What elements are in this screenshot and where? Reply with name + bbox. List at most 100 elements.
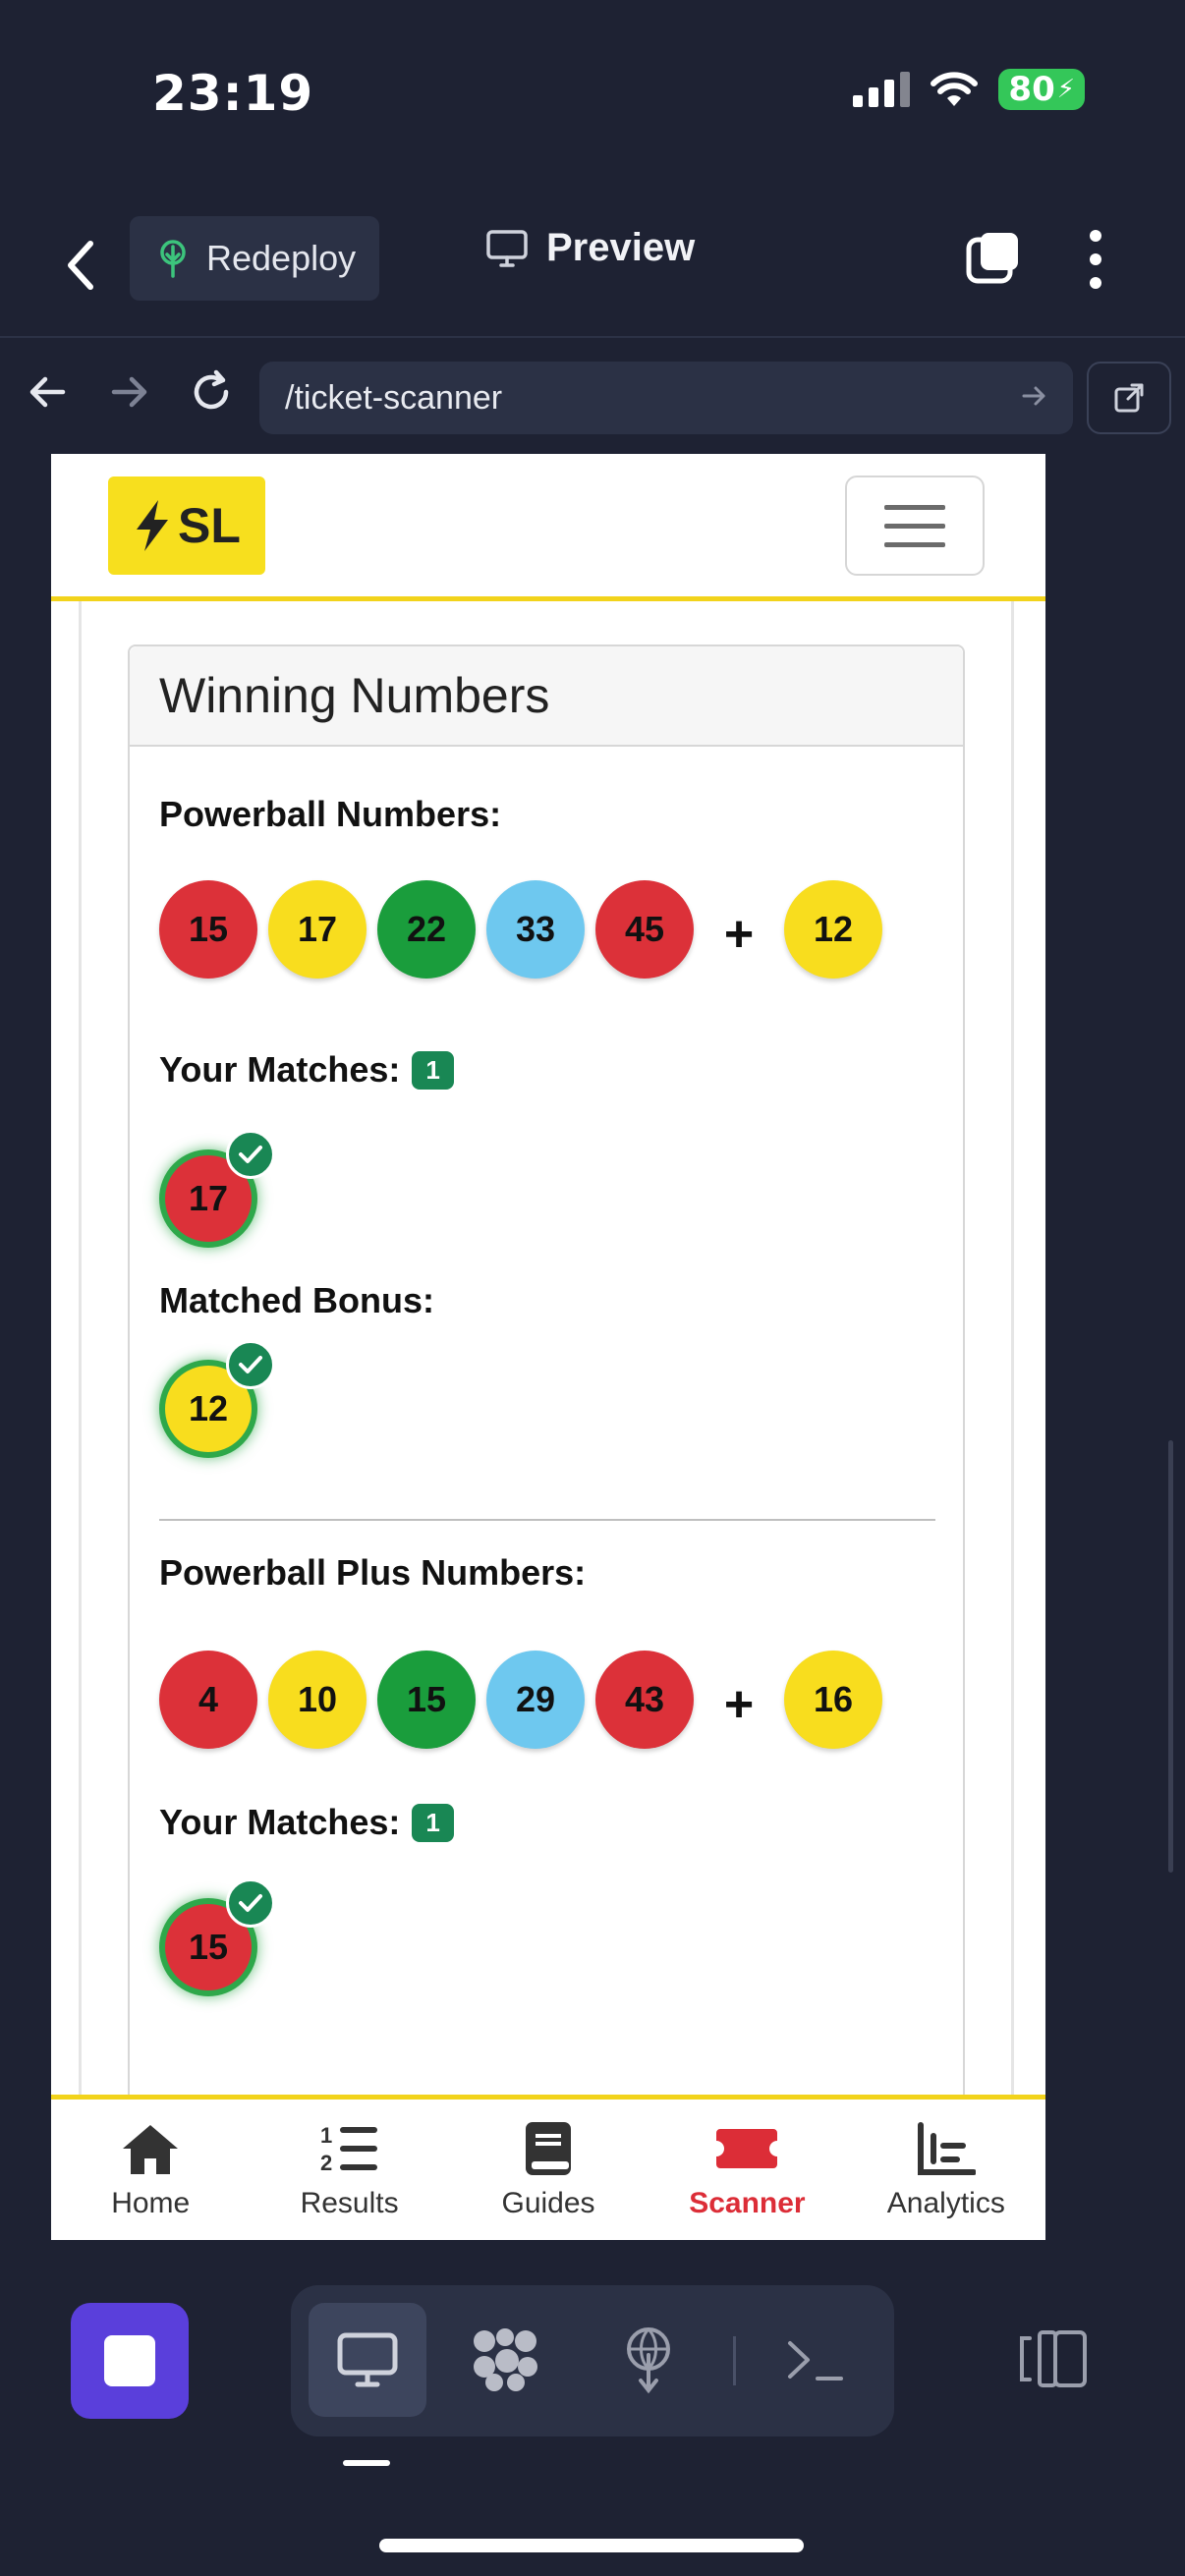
site-navbar: SL (51, 454, 1045, 601)
bottom-navigation: Home 1 2 Results Guides Scanner Analytic… (51, 2095, 1045, 2240)
plus-sign: + (723, 1676, 755, 1733)
go-arrow-icon[interactable] (1020, 381, 1049, 411)
matched-bonus-ball: 12 (159, 1340, 275, 1458)
nav-guides-label: Guides (501, 2186, 595, 2219)
nav-results[interactable]: 1 2 Results (250, 2100, 448, 2240)
powerball-plus-ball: 10 (268, 1651, 367, 1749)
checkmark-icon (226, 1340, 275, 1389)
powerball-plus-ball-row: 4 10 15 29 43 + 16 (159, 1651, 882, 1749)
matched-ball: 17 (159, 1130, 275, 1248)
preview-label: Preview (546, 226, 696, 269)
preview-tool-button[interactable] (309, 2303, 426, 2417)
powerball-ball: 22 (377, 880, 476, 979)
nav-results-label: Results (300, 2186, 399, 2219)
panel-toggle-icon[interactable] (1018, 2326, 1091, 2391)
matched-bonus-text: Matched Bonus: (159, 1280, 435, 1320)
powerball-numbers-label: Powerball Numbers: (159, 794, 501, 835)
nav-scanner[interactable]: Scanner (648, 2100, 846, 2240)
battery-level: 80 (1008, 70, 1055, 109)
your-matches-text: Your Matches: (159, 1049, 401, 1090)
content-border-right (1011, 601, 1014, 2095)
card-header: Winning Numbers (130, 646, 963, 747)
nav-home[interactable]: Home (51, 2100, 250, 2240)
powerball-ball-row: 15 17 22 33 45 + 12 (159, 880, 882, 979)
site-logo[interactable]: SL (108, 476, 265, 575)
matches-count-badge: 1 (412, 1050, 454, 1090)
redeploy-label: Redeploy (206, 238, 357, 278)
powerball-plus-numbers-label: Powerball Plus Numbers: (159, 1552, 586, 1594)
external-link-icon (1114, 383, 1144, 413)
your-matches-text-plus: Your Matches: (159, 1802, 401, 1842)
list-ordered-icon: 1 2 (318, 2120, 381, 2177)
deploy-tool-button[interactable] (590, 2303, 707, 2417)
url-bar: /ticket-scanner (0, 336, 1185, 454)
powerball-ball: 33 (486, 880, 585, 979)
preview-webview: SL Winning Numbers Powerball Numbers: 15… (51, 454, 1045, 2240)
cellular-signal-icon (853, 72, 911, 107)
deploy-icon (160, 240, 186, 278)
checkmark-icon (226, 1130, 275, 1179)
bolt-icon (137, 500, 169, 551)
powerball-plus-bonus-ball: 16 (784, 1651, 882, 1749)
svg-text:2: 2 (320, 2151, 332, 2175)
powerball-plus-label-text: Powerball Plus Numbers: (159, 1552, 587, 1593)
active-tool-indicator (343, 2460, 390, 2466)
stop-button[interactable] (71, 2303, 189, 2419)
wifi-icon (931, 72, 979, 106)
redeploy-button[interactable]: Redeploy (130, 216, 379, 301)
shell-tool-button[interactable] (757, 2303, 875, 2417)
menu-toggle-button[interactable] (845, 476, 985, 576)
deploy-icon (627, 2327, 670, 2394)
powerball-ball: 45 (595, 880, 694, 979)
scroll-indicator (1168, 1440, 1173, 1873)
preview-tab[interactable]: Preview (485, 226, 695, 270)
powerball-bonus-ball: 12 (784, 880, 882, 979)
home-icon (119, 2120, 182, 2177)
more-options-icon[interactable] (1081, 230, 1110, 289)
home-indicator (379, 2539, 804, 2552)
monitor-icon (486, 229, 528, 267)
url-input[interactable]: /ticket-scanner (259, 362, 1073, 434)
browser-back-icon[interactable] (24, 367, 73, 417)
plus-sign: + (723, 906, 755, 963)
powerball-ball: 17 (268, 880, 367, 979)
terminal-icon (788, 2341, 843, 2380)
workspace-tools (291, 2285, 894, 2436)
book-icon (524, 2120, 573, 2177)
card-title: Winning Numbers (159, 668, 550, 723)
url-text: /ticket-scanner (285, 378, 503, 417)
chart-icon (917, 2120, 976, 2177)
powerball-label-text: Powerball Numbers: (159, 794, 502, 834)
agent-tool-button[interactable] (446, 2303, 564, 2417)
tabs-icon[interactable] (965, 230, 1022, 287)
nav-analytics[interactable]: Analytics (847, 2100, 1045, 2240)
reload-icon[interactable] (187, 367, 236, 417)
nav-guides[interactable]: Guides (449, 2100, 648, 2240)
powerball-ball: 15 (159, 880, 257, 979)
toolbar-separator (733, 2336, 736, 2385)
browser-forward-icon[interactable] (104, 367, 153, 417)
charging-bolt-icon: ⚡ (1056, 75, 1075, 104)
powerball-plus-ball: 29 (486, 1651, 585, 1749)
matches-count-badge-plus: 1 (412, 1803, 454, 1842)
checkmark-icon (226, 1878, 275, 1928)
powerball-plus-ball: 43 (595, 1651, 694, 1749)
monitor-icon (337, 2332, 398, 2387)
nav-home-label: Home (111, 2186, 191, 2219)
powerball-plus-ball: 4 (159, 1651, 257, 1749)
nav-scanner-label: Scanner (689, 2186, 806, 2219)
content-border-left (79, 601, 82, 2095)
battery-indicator: 80 ⚡ (998, 69, 1085, 110)
svg-text:1: 1 (320, 2123, 332, 2148)
app-header: Redeploy Preview (0, 216, 1185, 334)
status-icons: 80 ⚡ (853, 69, 1085, 110)
open-external-button[interactable] (1087, 362, 1171, 434)
agent-icon (474, 2328, 537, 2391)
nav-analytics-label: Analytics (886, 2186, 1005, 2219)
logo-text: SL (178, 498, 241, 553)
back-chevron-icon[interactable] (61, 236, 100, 295)
your-matches-label-plus: Your Matches: 1 (159, 1802, 454, 1843)
your-matches-label: Your Matches: 1 (159, 1049, 454, 1091)
section-divider (159, 1519, 935, 1521)
matched-ball-plus: 15 (159, 1878, 275, 1996)
